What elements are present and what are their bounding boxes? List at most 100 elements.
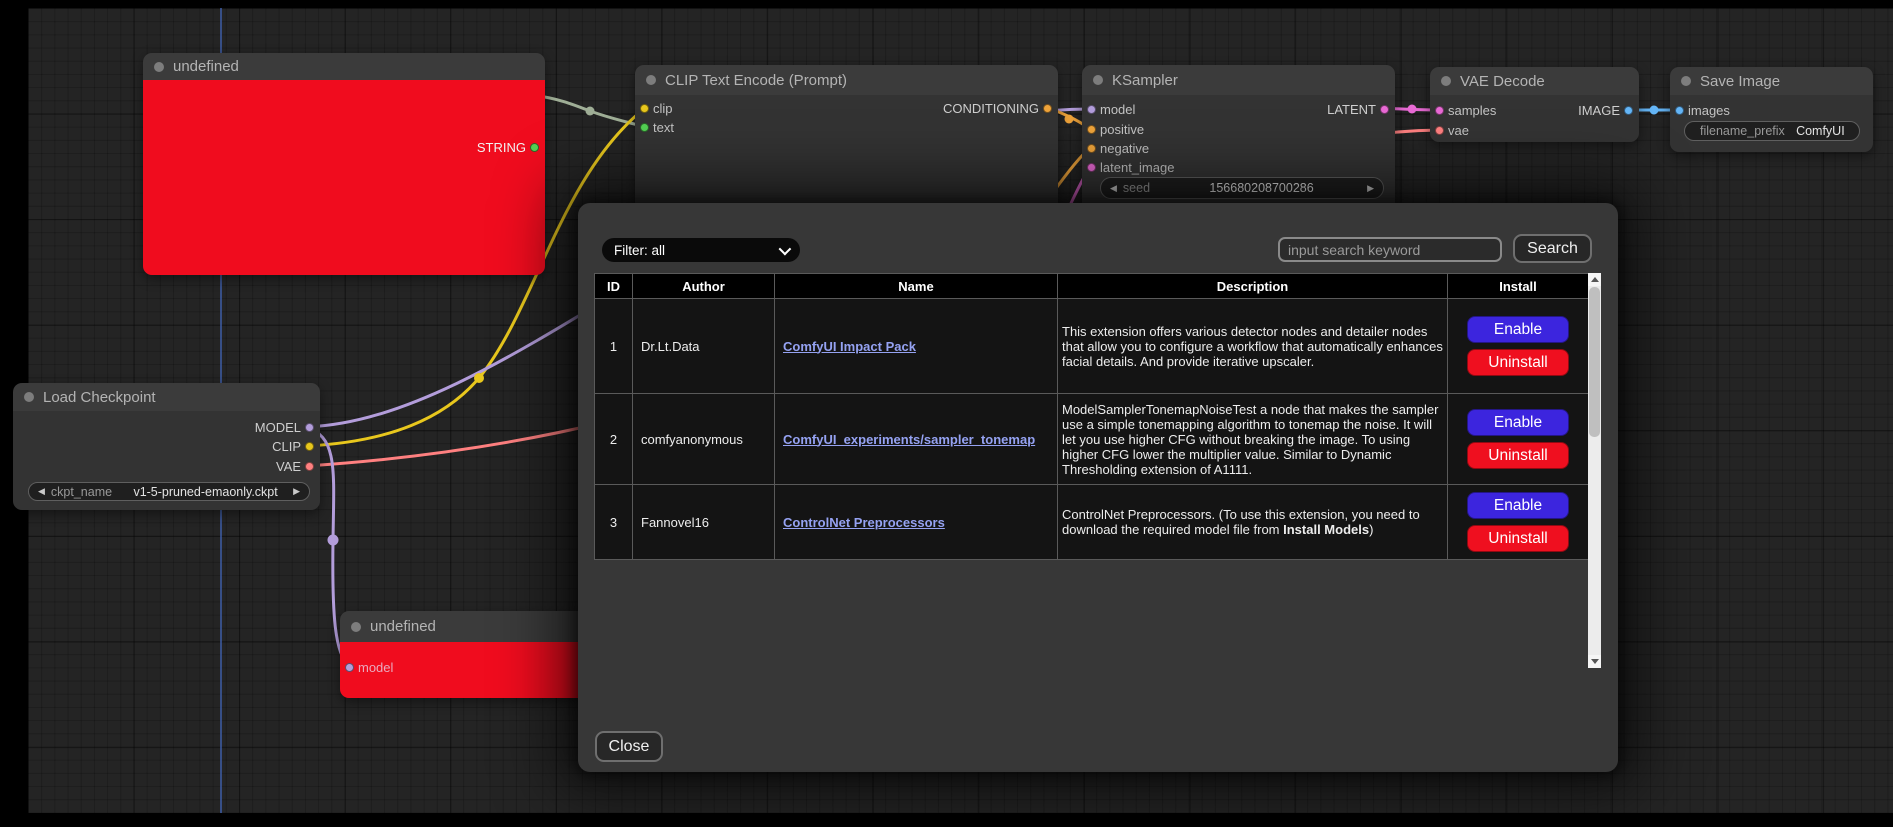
filename-prefix-value: ComfyUI [1791, 124, 1850, 138]
table-scrollbar[interactable] [1588, 273, 1601, 668]
input-text-label: text [653, 122, 674, 134]
node-title: CLIP Text Encode (Prompt) [665, 72, 847, 89]
node-title: undefined [370, 618, 436, 635]
table-header-row: ID Author Name Description Install [595, 274, 1589, 299]
output-vae-label: VAE [276, 461, 301, 473]
node-body [143, 80, 545, 275]
enable-button[interactable]: Enable [1467, 316, 1569, 343]
node-ksampler[interactable]: KSampler model positive negative latent_… [1082, 65, 1395, 215]
collapse-dot-icon[interactable] [1093, 75, 1103, 85]
search-input[interactable] [1278, 237, 1502, 262]
header-author: Author [633, 274, 775, 299]
collapse-dot-icon[interactable] [154, 62, 164, 72]
input-vae-label: vae [1448, 125, 1469, 137]
output-vae-dot[interactable] [305, 462, 314, 471]
seed-widget-value: 156680208700286 [1156, 181, 1367, 195]
input-latent-image-label: latent_image [1100, 162, 1174, 174]
increment-arrow-icon[interactable]: ▶ [1367, 183, 1374, 194]
input-model-dot[interactable] [1087, 105, 1096, 114]
collapse-dot-icon[interactable] [351, 622, 361, 632]
cell-install: Enable Uninstall [1448, 485, 1589, 560]
input-negative-label: negative [1100, 143, 1149, 155]
extension-link[interactable]: ControlNet Preprocessors [783, 515, 945, 530]
node-header[interactable]: VAE Decode [1430, 67, 1639, 95]
output-conditioning-label: CONDITIONING [943, 103, 1039, 115]
node-save-image[interactable]: Save Image images filename_prefix ComfyU… [1670, 67, 1873, 152]
input-vae-dot[interactable] [1435, 126, 1444, 135]
scrollbar-thumb[interactable] [1589, 287, 1600, 437]
cell-description: ModelSamplerTonemapNoiseTest a node that… [1058, 394, 1448, 485]
output-model-label: MODEL [255, 422, 301, 434]
extensions-table: ID Author Name Description Install 1Dr.L… [594, 273, 1601, 668]
decrement-arrow-icon[interactable]: ◀ [38, 486, 45, 497]
ckpt-name-value: v1-5-pruned-emaonly.ckpt [118, 485, 293, 499]
input-negative-dot[interactable] [1087, 144, 1096, 153]
input-samples-dot[interactable] [1435, 106, 1444, 115]
cell-name: ComfyUI_experiments/sampler_tonemap [775, 394, 1058, 485]
ckpt-name-widget[interactable]: ◀ ckpt_name v1-5-pruned-emaonly.ckpt ▶ [28, 482, 310, 501]
cell-id: 2 [595, 394, 633, 485]
table-row: 3Fannovel16ControlNet PreprocessorsContr… [595, 485, 1589, 560]
output-clip-label: CLIP [272, 441, 301, 453]
node-header[interactable]: CLIP Text Encode (Prompt) [635, 65, 1058, 95]
cell-author: Dr.Lt.Data [633, 299, 775, 394]
close-button[interactable]: Close [595, 731, 663, 762]
search-button[interactable]: Search [1513, 234, 1592, 263]
cell-author: comfyanonymous [633, 394, 775, 485]
scroll-up-icon[interactable] [1588, 273, 1601, 286]
node-vae-decode[interactable]: VAE Decode samples vae IMAGE [1430, 67, 1639, 142]
output-clip-dot[interactable] [305, 442, 314, 451]
table-row: 2comfyanonymous ComfyUI_experiments/sampl… [595, 394, 1589, 485]
collapse-dot-icon[interactable] [1441, 76, 1451, 86]
header-name: Name [775, 274, 1058, 299]
output-model-dot[interactable] [305, 423, 314, 432]
chevron-down-icon [779, 242, 792, 255]
decrement-arrow-icon[interactable]: ◀ [1110, 183, 1117, 194]
node-title: Load Checkpoint [43, 389, 156, 406]
enable-button[interactable]: Enable [1467, 409, 1569, 436]
uninstall-button[interactable]: Uninstall [1467, 349, 1569, 376]
uninstall-button[interactable]: Uninstall [1467, 525, 1569, 552]
seed-widget-label: seed [1123, 181, 1150, 195]
cell-install: Enable Uninstall [1448, 394, 1589, 485]
input-latent-image-dot[interactable] [1087, 163, 1096, 172]
input-positive-dot[interactable] [1087, 125, 1096, 134]
filename-prefix-widget[interactable]: filename_prefix ComfyUI [1684, 121, 1860, 141]
node-header[interactable]: Load Checkpoint [13, 383, 320, 411]
scroll-down-icon[interactable] [1588, 655, 1601, 668]
output-string-dot[interactable] [530, 143, 539, 152]
seed-widget[interactable]: ◀ seed 156680208700286 ▶ [1100, 177, 1384, 199]
filter-select-value: Filter: all [614, 243, 665, 258]
collapse-dot-icon[interactable] [646, 75, 656, 85]
filter-select[interactable]: Filter: all [602, 238, 800, 262]
output-conditioning-dot[interactable] [1043, 104, 1052, 113]
node-header[interactable]: undefined [143, 53, 545, 80]
node-undefined-top[interactable]: undefined STRING [143, 53, 545, 275]
input-images-dot[interactable] [1675, 106, 1684, 115]
cell-author: Fannovel16 [633, 485, 775, 560]
increment-arrow-icon[interactable]: ▶ [293, 486, 300, 497]
node-load-checkpoint[interactable]: Load Checkpoint MODEL CLIP VAE ◀ ckpt_na… [13, 383, 320, 510]
input-text-dot[interactable] [640, 123, 649, 132]
node-header[interactable]: KSampler [1082, 65, 1395, 95]
node-title: undefined [173, 58, 239, 75]
input-positive-label: positive [1100, 124, 1144, 136]
extension-link[interactable]: ComfyUI Impact Pack [783, 339, 916, 354]
node-header[interactable]: Save Image [1670, 67, 1873, 95]
extension-link[interactable]: ComfyUI_experiments/sampler_tonemap [783, 432, 1035, 447]
collapse-dot-icon[interactable] [1681, 76, 1691, 86]
node-clip-text-encode[interactable]: CLIP Text Encode (Prompt) clip text COND… [635, 65, 1058, 215]
collapse-dot-icon[interactable] [24, 392, 34, 402]
input-clip-dot[interactable] [640, 104, 649, 113]
input-model-dot[interactable] [345, 663, 354, 672]
output-latent-dot[interactable] [1380, 105, 1389, 114]
input-model-label: model [358, 662, 393, 674]
uninstall-button[interactable]: Uninstall [1467, 442, 1569, 469]
output-image-dot[interactable] [1624, 106, 1633, 115]
input-images-label: images [1688, 105, 1730, 117]
header-install: Install [1448, 274, 1589, 299]
cell-id: 1 [595, 299, 633, 394]
input-clip-label: clip [653, 103, 673, 115]
enable-button[interactable]: Enable [1467, 492, 1569, 519]
header-id: ID [595, 274, 633, 299]
